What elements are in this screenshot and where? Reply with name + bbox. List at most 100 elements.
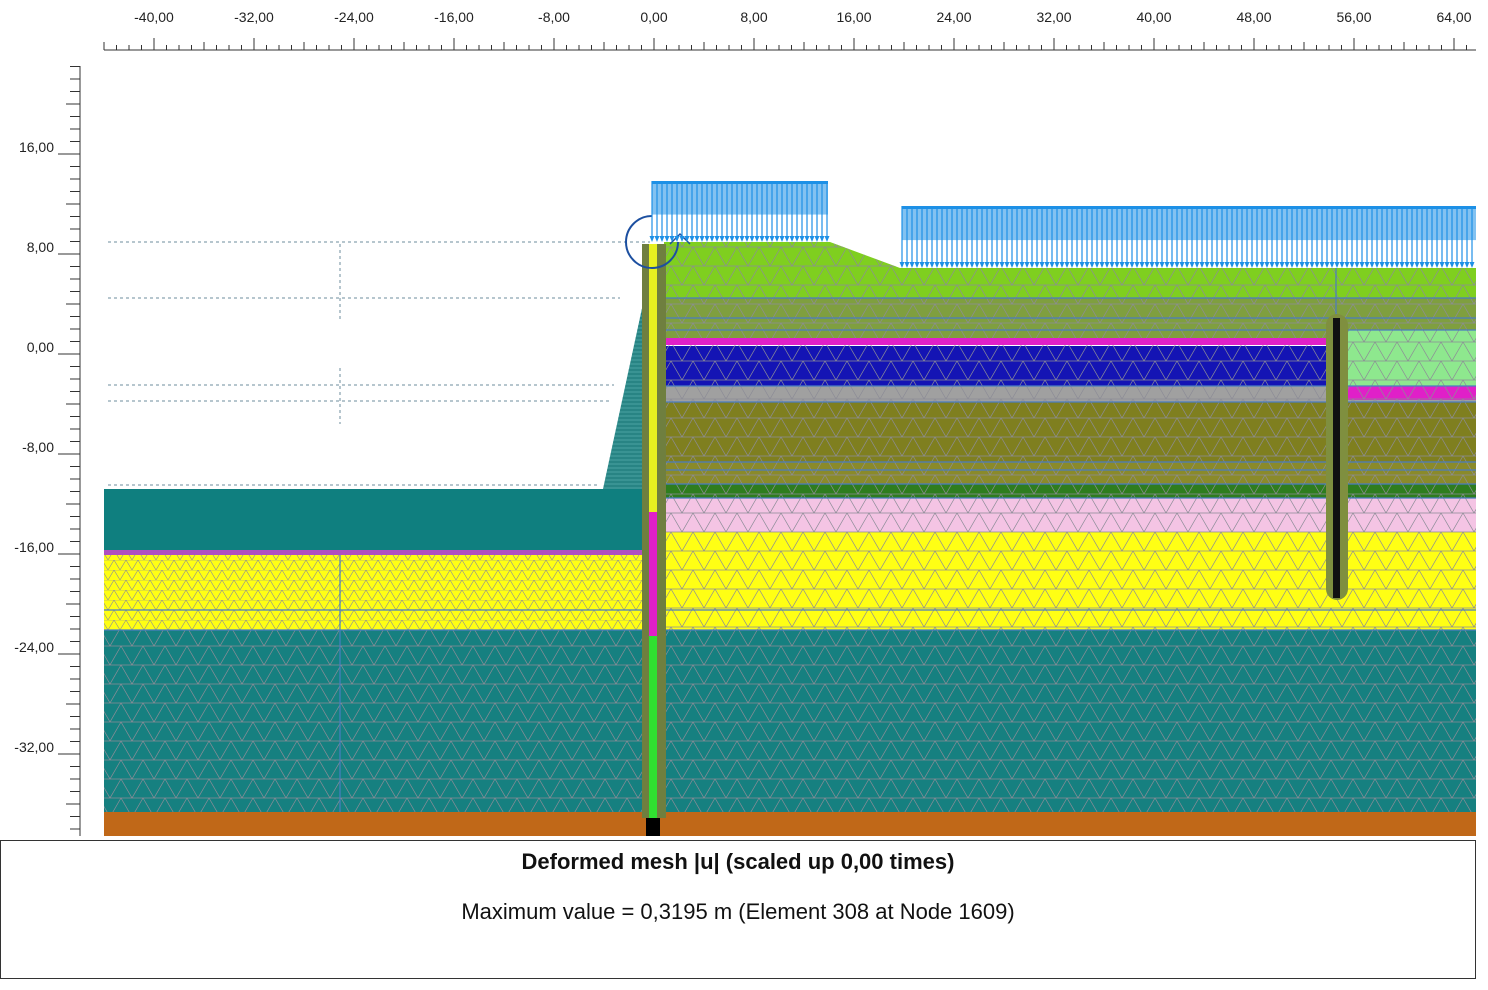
mesh-overlay-right bbox=[664, 268, 1476, 812]
x-tick-label: 32,00 bbox=[1036, 9, 1071, 25]
load-arrow-head bbox=[1154, 262, 1160, 268]
load-arrow-head bbox=[1094, 262, 1100, 268]
load-arrow-head bbox=[1434, 262, 1440, 268]
load-arrow-head bbox=[1259, 262, 1265, 268]
load-arrow-head bbox=[1134, 262, 1140, 268]
load-arrow-head bbox=[1429, 262, 1435, 268]
y-axis-minor-ticks bbox=[58, 66, 80, 830]
y-tick-label: -24,00 bbox=[14, 639, 54, 655]
load-arrow-head bbox=[1099, 262, 1105, 268]
load-arrow-head bbox=[1044, 262, 1050, 268]
load-arrow-head bbox=[774, 236, 780, 242]
load-arrow-head bbox=[794, 236, 800, 242]
load-arrow-head bbox=[1279, 262, 1285, 268]
layer-left-teal-mesh bbox=[104, 630, 644, 812]
anchor-rod bbox=[652, 338, 1336, 345]
load-arrow-head bbox=[1064, 262, 1070, 268]
load-arrow-head bbox=[694, 236, 700, 242]
load-arrow-head bbox=[1049, 262, 1055, 268]
x-axis: -40,00 -32,00 -24,00 -16,00 -8,00 0,00 8,00 16,… bbox=[103, 9, 1476, 51]
load-arrow-head bbox=[904, 262, 910, 268]
sheet-pile-yellow bbox=[649, 244, 657, 512]
load-arrow-head bbox=[974, 262, 980, 268]
load-arrow-head bbox=[1084, 262, 1090, 268]
y-tick-label: -8,00 bbox=[22, 439, 54, 455]
load-arrow-head bbox=[1249, 262, 1255, 268]
load-arrow-head bbox=[1419, 262, 1425, 268]
geotechnical-model bbox=[104, 181, 1476, 836]
load-arrow-head bbox=[1404, 262, 1410, 268]
load-arrow-head bbox=[979, 262, 985, 268]
load-arrow-head bbox=[1294, 262, 1300, 268]
x-tick-label: -24,00 bbox=[334, 9, 374, 25]
sheet-pile-toe bbox=[646, 818, 660, 836]
load-arrow-head bbox=[734, 236, 740, 242]
load-arrow-head bbox=[1019, 262, 1025, 268]
load-arrow-head bbox=[1324, 262, 1330, 268]
load-arrow-head bbox=[749, 236, 755, 242]
load-arrow-head bbox=[1029, 262, 1035, 268]
load-arrow-head bbox=[984, 262, 990, 268]
phreatic-lines bbox=[108, 241, 650, 486]
load-arrow-head bbox=[1189, 262, 1195, 268]
load-arrow-head bbox=[919, 262, 925, 268]
y-tick-label: -16,00 bbox=[14, 539, 54, 555]
caption-title: Deformed mesh |u| (scaled up 0,00 times) bbox=[521, 849, 955, 874]
load-arrow-head bbox=[1039, 262, 1045, 268]
load-arrow-head bbox=[699, 236, 705, 242]
load-arrow-head bbox=[679, 236, 685, 242]
load-arrow-head bbox=[1149, 262, 1155, 268]
x-tick-label: -8,00 bbox=[538, 9, 570, 25]
load-arrow-head bbox=[1174, 262, 1180, 268]
load-arrow-head bbox=[714, 236, 720, 242]
load-arrow-head bbox=[989, 262, 995, 268]
load-arrow-head bbox=[1034, 262, 1040, 268]
load-arrow-head bbox=[909, 262, 915, 268]
load-arrow-head bbox=[1329, 262, 1335, 268]
load-arrow-head bbox=[1069, 262, 1075, 268]
load-arrow-head bbox=[1334, 262, 1340, 268]
load-arrow-head bbox=[964, 262, 970, 268]
load-arrow-head bbox=[804, 236, 810, 242]
load-arrow-head bbox=[664, 236, 670, 242]
load-arrow-head bbox=[1244, 262, 1250, 268]
load-arrow-head bbox=[1054, 262, 1060, 268]
load-arrow-head bbox=[1224, 262, 1230, 268]
load-arrow-head bbox=[654, 236, 660, 242]
load-arrow-head bbox=[1114, 262, 1120, 268]
anchor-wall bbox=[1333, 318, 1340, 598]
load-arrow-head bbox=[959, 262, 965, 268]
load-arrow-head bbox=[1374, 262, 1380, 268]
water-zone-left bbox=[104, 489, 652, 552]
load-arrow-head bbox=[1024, 262, 1030, 268]
load-arrow-head bbox=[1454, 262, 1460, 268]
load-arrow-head bbox=[1239, 262, 1245, 268]
load-arrow-head bbox=[1234, 262, 1240, 268]
load-arrow-head bbox=[994, 262, 1000, 268]
load-arrow-head bbox=[769, 236, 775, 242]
load-arrow-head bbox=[1464, 262, 1470, 268]
x-tick-label: 40,00 bbox=[1136, 9, 1171, 25]
x-tick-label: -16,00 bbox=[434, 9, 474, 25]
x-tick-label: 24,00 bbox=[936, 9, 971, 25]
load-arrow-head bbox=[1009, 262, 1015, 268]
load-arrow-head bbox=[1414, 262, 1420, 268]
load-arrow-head bbox=[1299, 262, 1305, 268]
load-arrow-head bbox=[1074, 262, 1080, 268]
load-arrow-head bbox=[1209, 262, 1215, 268]
x-axis-minor-ticks bbox=[103, 38, 1467, 50]
load-arrow-head bbox=[1129, 262, 1135, 268]
load-arrow-head bbox=[799, 236, 805, 242]
load-arrow-head bbox=[1269, 262, 1275, 268]
load-arrow-head bbox=[1014, 262, 1020, 268]
load-arrow-head bbox=[1319, 262, 1325, 268]
y-tick-label: 8,00 bbox=[27, 239, 54, 255]
x-axis-tick-labels: -40,00 -32,00 -24,00 -16,00 -8,00 0,00 8,00 16,… bbox=[134, 9, 1472, 25]
load-band bbox=[902, 206, 1476, 241]
load-arrow-head bbox=[779, 236, 785, 242]
caption-panel: Deformed mesh |u| (scaled up 0,00 times)… bbox=[0, 840, 1476, 979]
load-arrow-head bbox=[929, 262, 935, 268]
load-arrow-head bbox=[744, 236, 750, 242]
load-arrow-head bbox=[969, 262, 975, 268]
x-tick-label: -32,00 bbox=[234, 9, 274, 25]
